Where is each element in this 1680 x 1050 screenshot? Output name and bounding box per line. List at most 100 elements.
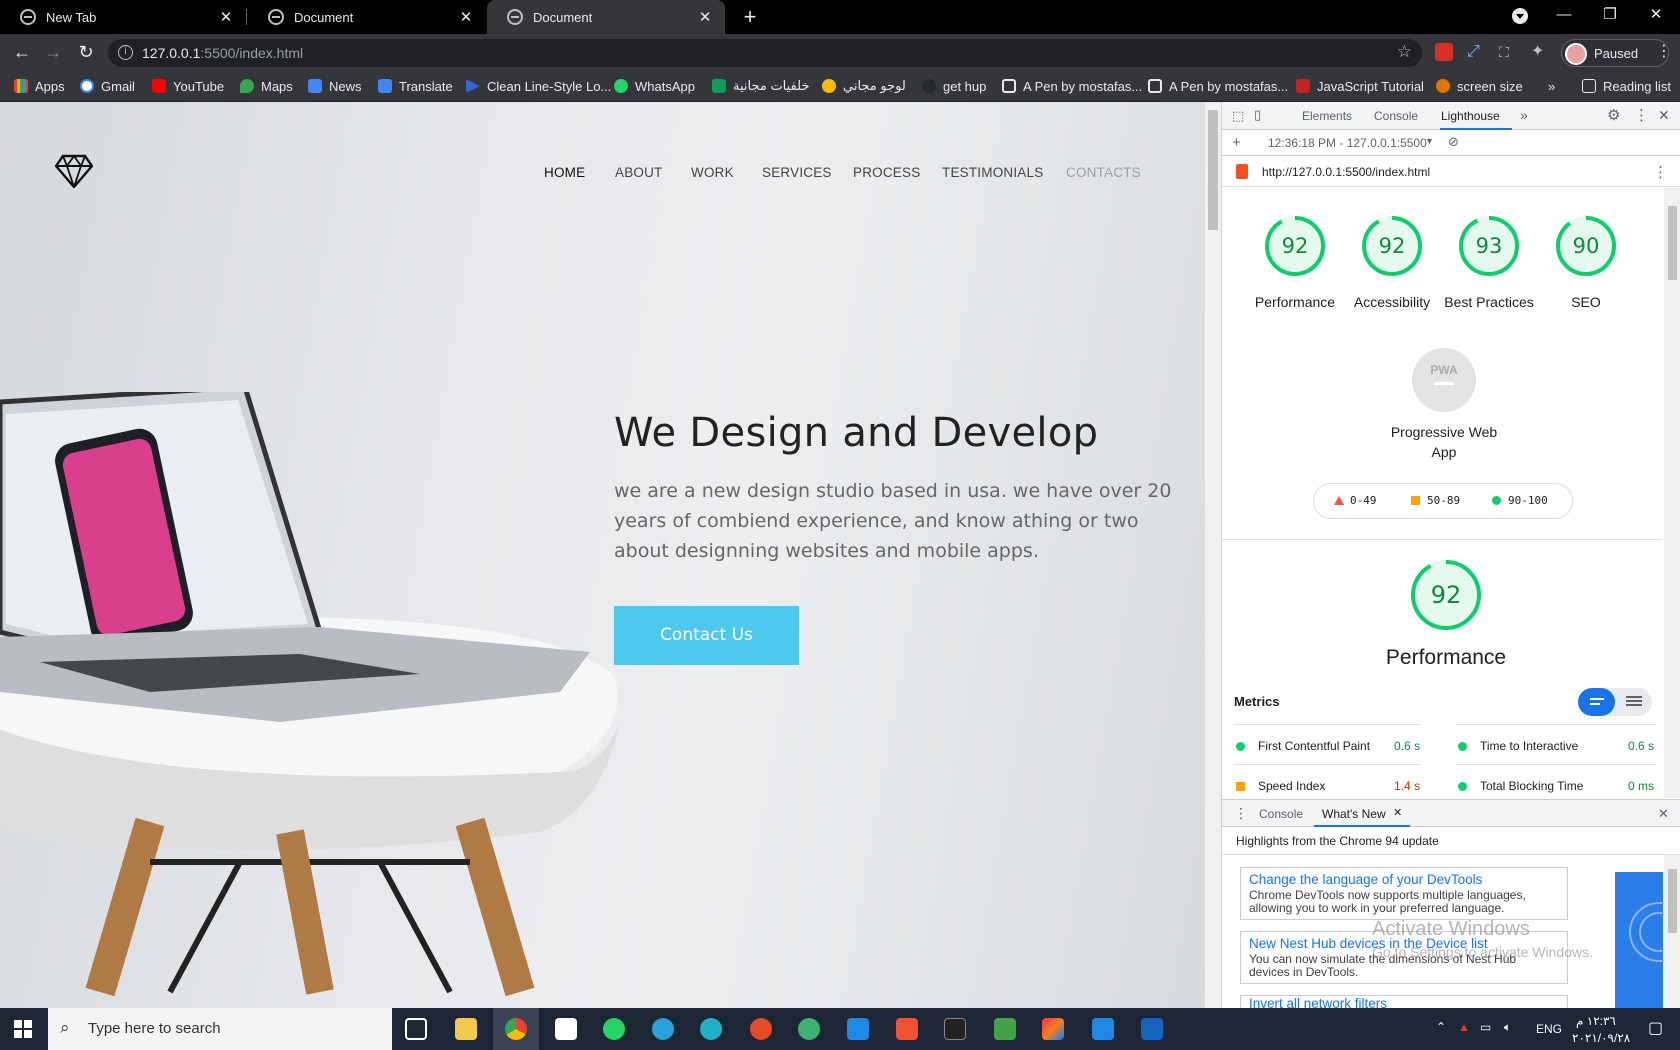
network-icon[interactable]: ▭ — [1480, 1020, 1491, 1034]
volume-icon[interactable]: 🔈︎ — [1504, 1020, 1511, 1035]
address-bar[interactable]: i 127.0.0.1:5500/index.html ☆ — [108, 39, 1422, 67]
restore-button[interactable]: ❐ — [1587, 0, 1633, 30]
tab-console[interactable]: Console — [1374, 109, 1418, 123]
nav-process[interactable]: PROCESS — [853, 165, 920, 180]
news-card[interactable]: Invert all network filters — [1240, 995, 1568, 1008]
bookmark-wallpapers[interactable]: خلفيات مجانية — [712, 77, 809, 95]
more-bookmarks-button[interactable]: » — [1548, 77, 1555, 95]
close-icon[interactable]: ✕ — [216, 8, 236, 26]
reading-list-button[interactable]: Reading list — [1582, 77, 1671, 95]
bookmark-clean-line[interactable]: Clean Line-Style Lo... — [466, 77, 611, 95]
bookmark-translate[interactable]: Translate — [378, 77, 453, 95]
clock-date[interactable]: ٢٠٢١/٠٩/٢٨ — [1572, 1031, 1630, 1045]
report-scrollbar[interactable] — [1664, 188, 1680, 798]
metrics-view-toggle[interactable] — [1578, 688, 1652, 716]
vscode-icon[interactable] — [1092, 1018, 1114, 1040]
toggle-compact-icon[interactable] — [1578, 688, 1615, 716]
report-menu-icon[interactable]: ⋮ — [1653, 163, 1668, 181]
nav-about[interactable]: ABOUT — [615, 165, 663, 180]
gauge-accessibility[interactable]: 92 — [1360, 214, 1424, 278]
app-icon[interactable] — [798, 1018, 820, 1040]
git-icon[interactable] — [896, 1018, 918, 1040]
tab-document-2[interactable]: Document ✕ — [487, 0, 725, 34]
menu-kebab-icon[interactable]: ⋮ — [1652, 41, 1676, 63]
windows-start-icon[interactable] — [14, 1020, 32, 1038]
devtools-menu-icon[interactable]: ⋮ — [1634, 106, 1649, 124]
bookmark-maps[interactable]: Maps — [240, 77, 293, 95]
news-title[interactable]: Invert all network filters — [1241, 996, 1567, 1008]
gauge-best-practices[interactable]: 93 — [1457, 214, 1521, 278]
window-close-button[interactable]: ✕ — [1633, 0, 1679, 30]
bookmark-youtube[interactable]: YouTube — [152, 77, 224, 95]
notifications-icon[interactable]: ▢ — [1648, 1018, 1663, 1038]
bookmark-js-tutorial[interactable]: JavaScript Tutorial — [1296, 77, 1424, 95]
telegram-icon[interactable] — [652, 1018, 674, 1040]
bookmark-screen-size[interactable]: screen size — [1436, 77, 1523, 95]
nav-work[interactable]: WORK — [691, 165, 734, 180]
bookmark-get-hup[interactable]: get hup — [922, 77, 986, 95]
close-drawer-icon[interactable]: ✕ — [1658, 806, 1669, 822]
screenshot-icon[interactable]: ⛶ — [1499, 43, 1517, 61]
new-tab-button[interactable]: + — [736, 4, 764, 30]
clear-reports-icon[interactable]: ⊘ — [1448, 134, 1459, 150]
bookmark-star-icon[interactable]: ☆ — [1397, 42, 1412, 62]
pwa-badge-icon[interactable]: PWA — [1412, 348, 1476, 412]
reload-button[interactable]: ↻ — [74, 41, 98, 63]
news-card[interactable]: Change the language of your DevTools Chr… — [1240, 867, 1568, 920]
edge-icon[interactable] — [700, 1018, 722, 1040]
extension-icon[interactable] — [1435, 43, 1453, 61]
vscode-icon[interactable] — [847, 1018, 869, 1040]
nav-services[interactable]: SERVICES — [762, 165, 832, 180]
forward-button[interactable]: → — [41, 41, 65, 63]
scrollbar-thumb[interactable] — [1668, 869, 1677, 933]
drawer-menu-icon[interactable]: ⋮ — [1234, 805, 1248, 822]
close-icon[interactable]: ✕ — [695, 8, 715, 26]
bookmark-whatsapp[interactable]: WhatsApp — [614, 77, 695, 95]
bookmark-pen-1[interactable]: A Pen by mostafas... — [1002, 77, 1142, 95]
file-explorer-icon[interactable] — [455, 1018, 477, 1040]
terminal-icon[interactable] — [944, 1018, 966, 1040]
chrome-taskbar-icon[interactable] — [505, 1018, 527, 1040]
bookmark-gmail[interactable]: Gmail — [80, 77, 135, 95]
back-button[interactable]: ← — [10, 41, 34, 63]
contact-us-button[interactable]: Contact Us — [614, 606, 799, 665]
inspect-element-icon[interactable]: ⬚ — [1232, 108, 1244, 124]
settings-gear-icon[interactable]: ⚙ — [1607, 106, 1620, 124]
gauge-performance[interactable]: 92 — [1263, 214, 1327, 278]
report-url[interactable]: http://127.0.0.1:5500/index.html — [1262, 165, 1430, 179]
tab-search-icon[interactable] — [1512, 8, 1528, 24]
bookmark-apps[interactable]: Apps — [14, 77, 65, 95]
tab-document-1[interactable]: Document ✕ — [248, 0, 486, 34]
scrollbar-thumb[interactable] — [1668, 206, 1677, 280]
report-selector[interactable]: 12:36:18 PM - 127.0.0.1:5500 — [1268, 136, 1427, 150]
language-indicator[interactable]: ENG — [1536, 1022, 1562, 1036]
news-title[interactable]: Change the language of your DevTools — [1241, 868, 1567, 887]
task-view-icon[interactable] — [405, 1018, 427, 1040]
jetbrains-icon[interactable] — [1042, 1018, 1064, 1040]
gauge-seo[interactable]: 90 — [1554, 214, 1618, 278]
toggle-expanded-icon[interactable] — [1626, 696, 1642, 698]
taskbar-search-box[interactable]: ⌕ Type here to search — [48, 1008, 392, 1050]
page-scrollbar[interactable] — [1205, 102, 1221, 1008]
drawer-scrollbar[interactable] — [1664, 855, 1680, 1008]
minimize-button[interactable]: — — [1541, 0, 1587, 30]
close-tab-icon[interactable]: ✕ — [1393, 806, 1402, 819]
bookmark-logo[interactable]: لوجو مجاني — [822, 77, 906, 95]
device-toolbar-icon[interactable]: ▯ — [1254, 107, 1261, 123]
tab-lighthouse[interactable]: Lighthouse — [1441, 109, 1500, 123]
tray-app-icon[interactable]: ▲ — [1458, 1020, 1470, 1034]
site-info-icon[interactable]: i — [118, 45, 133, 60]
nav-testimonials[interactable]: TESTIMONIALS — [942, 165, 1043, 180]
brave-icon[interactable] — [750, 1018, 772, 1040]
more-tabs-icon[interactable]: » — [1520, 107, 1528, 123]
show-hidden-icons-icon[interactable]: ⌃ — [1436, 1020, 1446, 1034]
extensions-puzzle-icon[interactable]: ✦ — [1531, 43, 1549, 61]
app-icon[interactable] — [1141, 1018, 1163, 1040]
drawer-tab-console[interactable]: Console — [1259, 807, 1303, 821]
bookmark-news[interactable]: News — [308, 77, 362, 95]
whatsapp-taskbar-icon[interactable] — [603, 1018, 625, 1040]
clock-time[interactable]: ١٢:٣٦ م — [1576, 1014, 1616, 1028]
diamond-logo-icon[interactable] — [55, 154, 93, 188]
scrollbar-thumb[interactable] — [1208, 110, 1218, 230]
tab-new-tab[interactable]: New Tab ✕ — [0, 0, 246, 34]
